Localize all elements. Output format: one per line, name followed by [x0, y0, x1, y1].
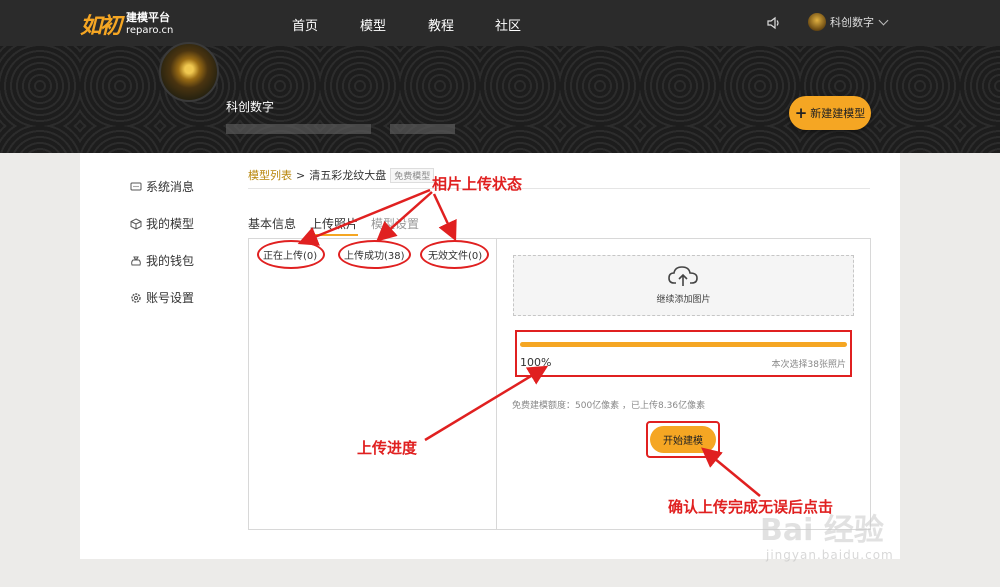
tab-upload-photos[interactable]: 上传照片: [310, 215, 359, 236]
breadcrumb-separator: >: [296, 168, 306, 182]
profile-name: 科创数字: [226, 100, 275, 114]
annotation-oval-invalid: [420, 240, 489, 269]
gear-icon: [131, 292, 141, 303]
cloud-upload-icon: [668, 266, 698, 286]
user-menu[interactable]: 科创数字: [808, 13, 889, 31]
tab-model-settings[interactable]: 模型设置: [371, 215, 419, 232]
new-model-button[interactable]: + 新建建模型: [789, 96, 871, 130]
nav-models[interactable]: 模型: [360, 15, 386, 34]
logo-mark: 如初: [80, 13, 122, 39]
annotation-box-progress: [515, 330, 852, 377]
message-icon: [130, 182, 142, 190]
panel-divider: [496, 238, 497, 530]
annotation-progress-label: 上传进度: [357, 439, 418, 457]
nav-home[interactable]: 首页: [292, 15, 318, 34]
avatar: [808, 13, 826, 31]
logo[interactable]: 如初 建模平台 reparo.cn: [80, 8, 173, 40]
profile-avatar: [159, 42, 219, 102]
sidebar-item-messages[interactable]: 系统消息: [130, 178, 194, 195]
cube-icon: [130, 217, 142, 230]
add-images-label: 继续添加图片: [656, 295, 711, 305]
nav-community[interactable]: 社区: [495, 15, 521, 34]
watermark-url: jingyan.baidu.com: [766, 548, 894, 562]
nav-tutorial[interactable]: 教程: [428, 15, 454, 34]
top-nav: 如初 建模平台 reparo.cn 首页 模型 教程 社区 科创数字: [0, 0, 1000, 46]
tab-basic-info[interactable]: 基本信息: [248, 215, 296, 232]
logo-title: 建模平台: [126, 11, 171, 25]
blurred-info: [390, 124, 455, 134]
user-name: 科创数字: [830, 16, 874, 29]
breadcrumb: 模型列表 > 清五彩龙纹大盘 免费模型: [248, 167, 435, 183]
sidebar-item-wallet[interactable]: 我的钱包: [130, 252, 194, 269]
baidu-watermark: Bai 经验: [760, 513, 884, 548]
speaker-icon[interactable]: [766, 15, 782, 31]
chevron-down-icon: [878, 15, 889, 25]
annotation-oval-uploading: [257, 240, 325, 269]
breadcrumb-model-list[interactable]: 模型列表: [248, 167, 292, 183]
sidebar-item-settings[interactable]: 账号设置: [130, 289, 194, 306]
wallet-icon: [131, 256, 141, 265]
divider: [248, 188, 870, 189]
annotation-oval-success: [338, 240, 411, 269]
annotation-status-label: 相片上传状态: [432, 175, 523, 193]
plus-icon: +: [794, 104, 808, 122]
quota-text: 免费建模额度：500亿像素 ，已上传8.36亿像素: [512, 401, 706, 411]
sidebar-item-models[interactable]: 我的模型: [130, 215, 194, 232]
logo-domain: reparo.cn: [126, 24, 174, 36]
free-model-badge: 免费模型: [390, 167, 435, 183]
breadcrumb-current: 清五彩龙纹大盘: [309, 169, 387, 182]
annotation-box-start: [646, 421, 720, 458]
blurred-info: [226, 124, 371, 134]
